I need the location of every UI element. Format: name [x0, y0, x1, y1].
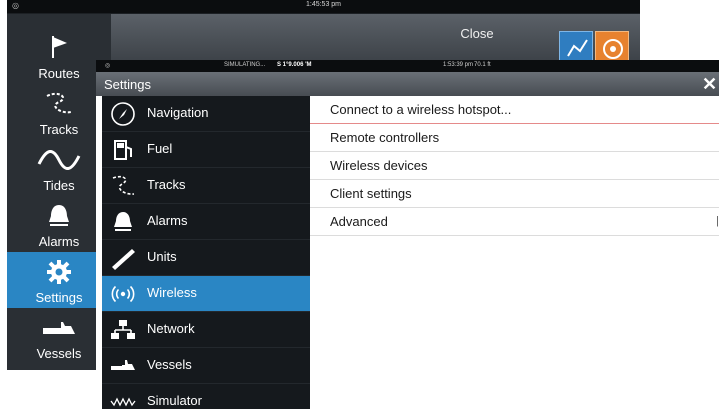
category-fuel[interactable]: Fuel: [102, 132, 310, 168]
category-label: Network: [147, 321, 195, 336]
category-label: Units: [147, 249, 177, 264]
category-units[interactable]: Units: [102, 240, 310, 276]
network-icon: [110, 317, 136, 343]
depth-readout: 70.1 ft: [474, 62, 491, 68]
dialog-title: Settings: [104, 77, 151, 92]
category-label: Navigation: [147, 105, 209, 120]
dialog-title-bar: Settings ✕: [96, 72, 719, 96]
category-label: Fuel: [147, 141, 173, 156]
back-clock: 1:45:53 pm: [305, 1, 342, 8]
category-label: Tracks: [147, 177, 186, 192]
category-navigation[interactable]: Navigation: [102, 96, 310, 132]
category-label: Alarms: [147, 213, 188, 228]
wireless-icon: [110, 281, 136, 307]
category-network[interactable]: Network: [102, 312, 310, 348]
option-client-settings[interactable]: Client settings: [310, 180, 719, 208]
option-label: Client settings: [330, 186, 412, 201]
vessels-icon: [110, 353, 136, 379]
option-label: Connect to a wireless hotspot...: [330, 102, 512, 117]
option-connect-hotspot[interactable]: Connect to a wireless hotspot...: [310, 96, 719, 124]
globe-icon: ◎: [105, 63, 111, 69]
close-icon[interactable]: ✕: [702, 74, 719, 94]
category-label: Simulator: [147, 393, 202, 408]
option-label: Remote controllers: [330, 130, 440, 145]
settings-dialog: ◎ SIMULATING... S 1°9.006 'M 1:53:39 pm …: [96, 60, 719, 409]
category-simulator[interactable]: Simulator: [102, 384, 310, 409]
compass-icon: [110, 101, 136, 127]
option-label: Advanced: [330, 214, 388, 229]
option-advanced[interactable]: Advanced |: [310, 208, 719, 236]
back-status-bar: ◎ 1:45:53 pm: [7, 0, 640, 13]
dialog-status-bar: ◎ SIMULATING... S 1°9.006 'M 1:53:39 pm …: [96, 60, 719, 72]
position-readout: S 1°9.006 'M: [277, 62, 312, 68]
category-tracks[interactable]: Tracks: [102, 168, 310, 204]
ruler-icon: [110, 245, 136, 271]
category-label: Wireless: [147, 285, 197, 300]
category-wireless[interactable]: Wireless: [102, 276, 310, 312]
simulator-icon: [110, 389, 136, 409]
category-alarms[interactable]: Alarms: [102, 204, 310, 240]
simulating-indicator: SIMULATING...: [224, 62, 266, 68]
status-clock: 1:53:39 pm: [443, 62, 474, 68]
category-label: Vessels: [147, 357, 192, 372]
option-wireless-devices[interactable]: Wireless devices: [310, 152, 719, 180]
category-vessels[interactable]: Vessels: [102, 348, 310, 384]
tracks-icon: [110, 173, 136, 199]
option-remote-controllers[interactable]: Remote controllers: [310, 124, 719, 152]
option-label: Wireless devices: [330, 158, 428, 173]
screen: ◎ 1:45:53 pm Close Routes Tracks Tides A…: [0, 0, 719, 409]
bell-icon: [110, 209, 136, 235]
wireless-options-list: Connect to a wireless hotspot... Remote …: [310, 96, 719, 409]
settings-category-list: Navigation Fuel Tracks Alarms Units Wire…: [102, 96, 310, 409]
close-button[interactable]: Close: [437, 20, 517, 48]
fuel-icon: [110, 137, 136, 163]
routes-icon: [7, 34, 111, 60]
